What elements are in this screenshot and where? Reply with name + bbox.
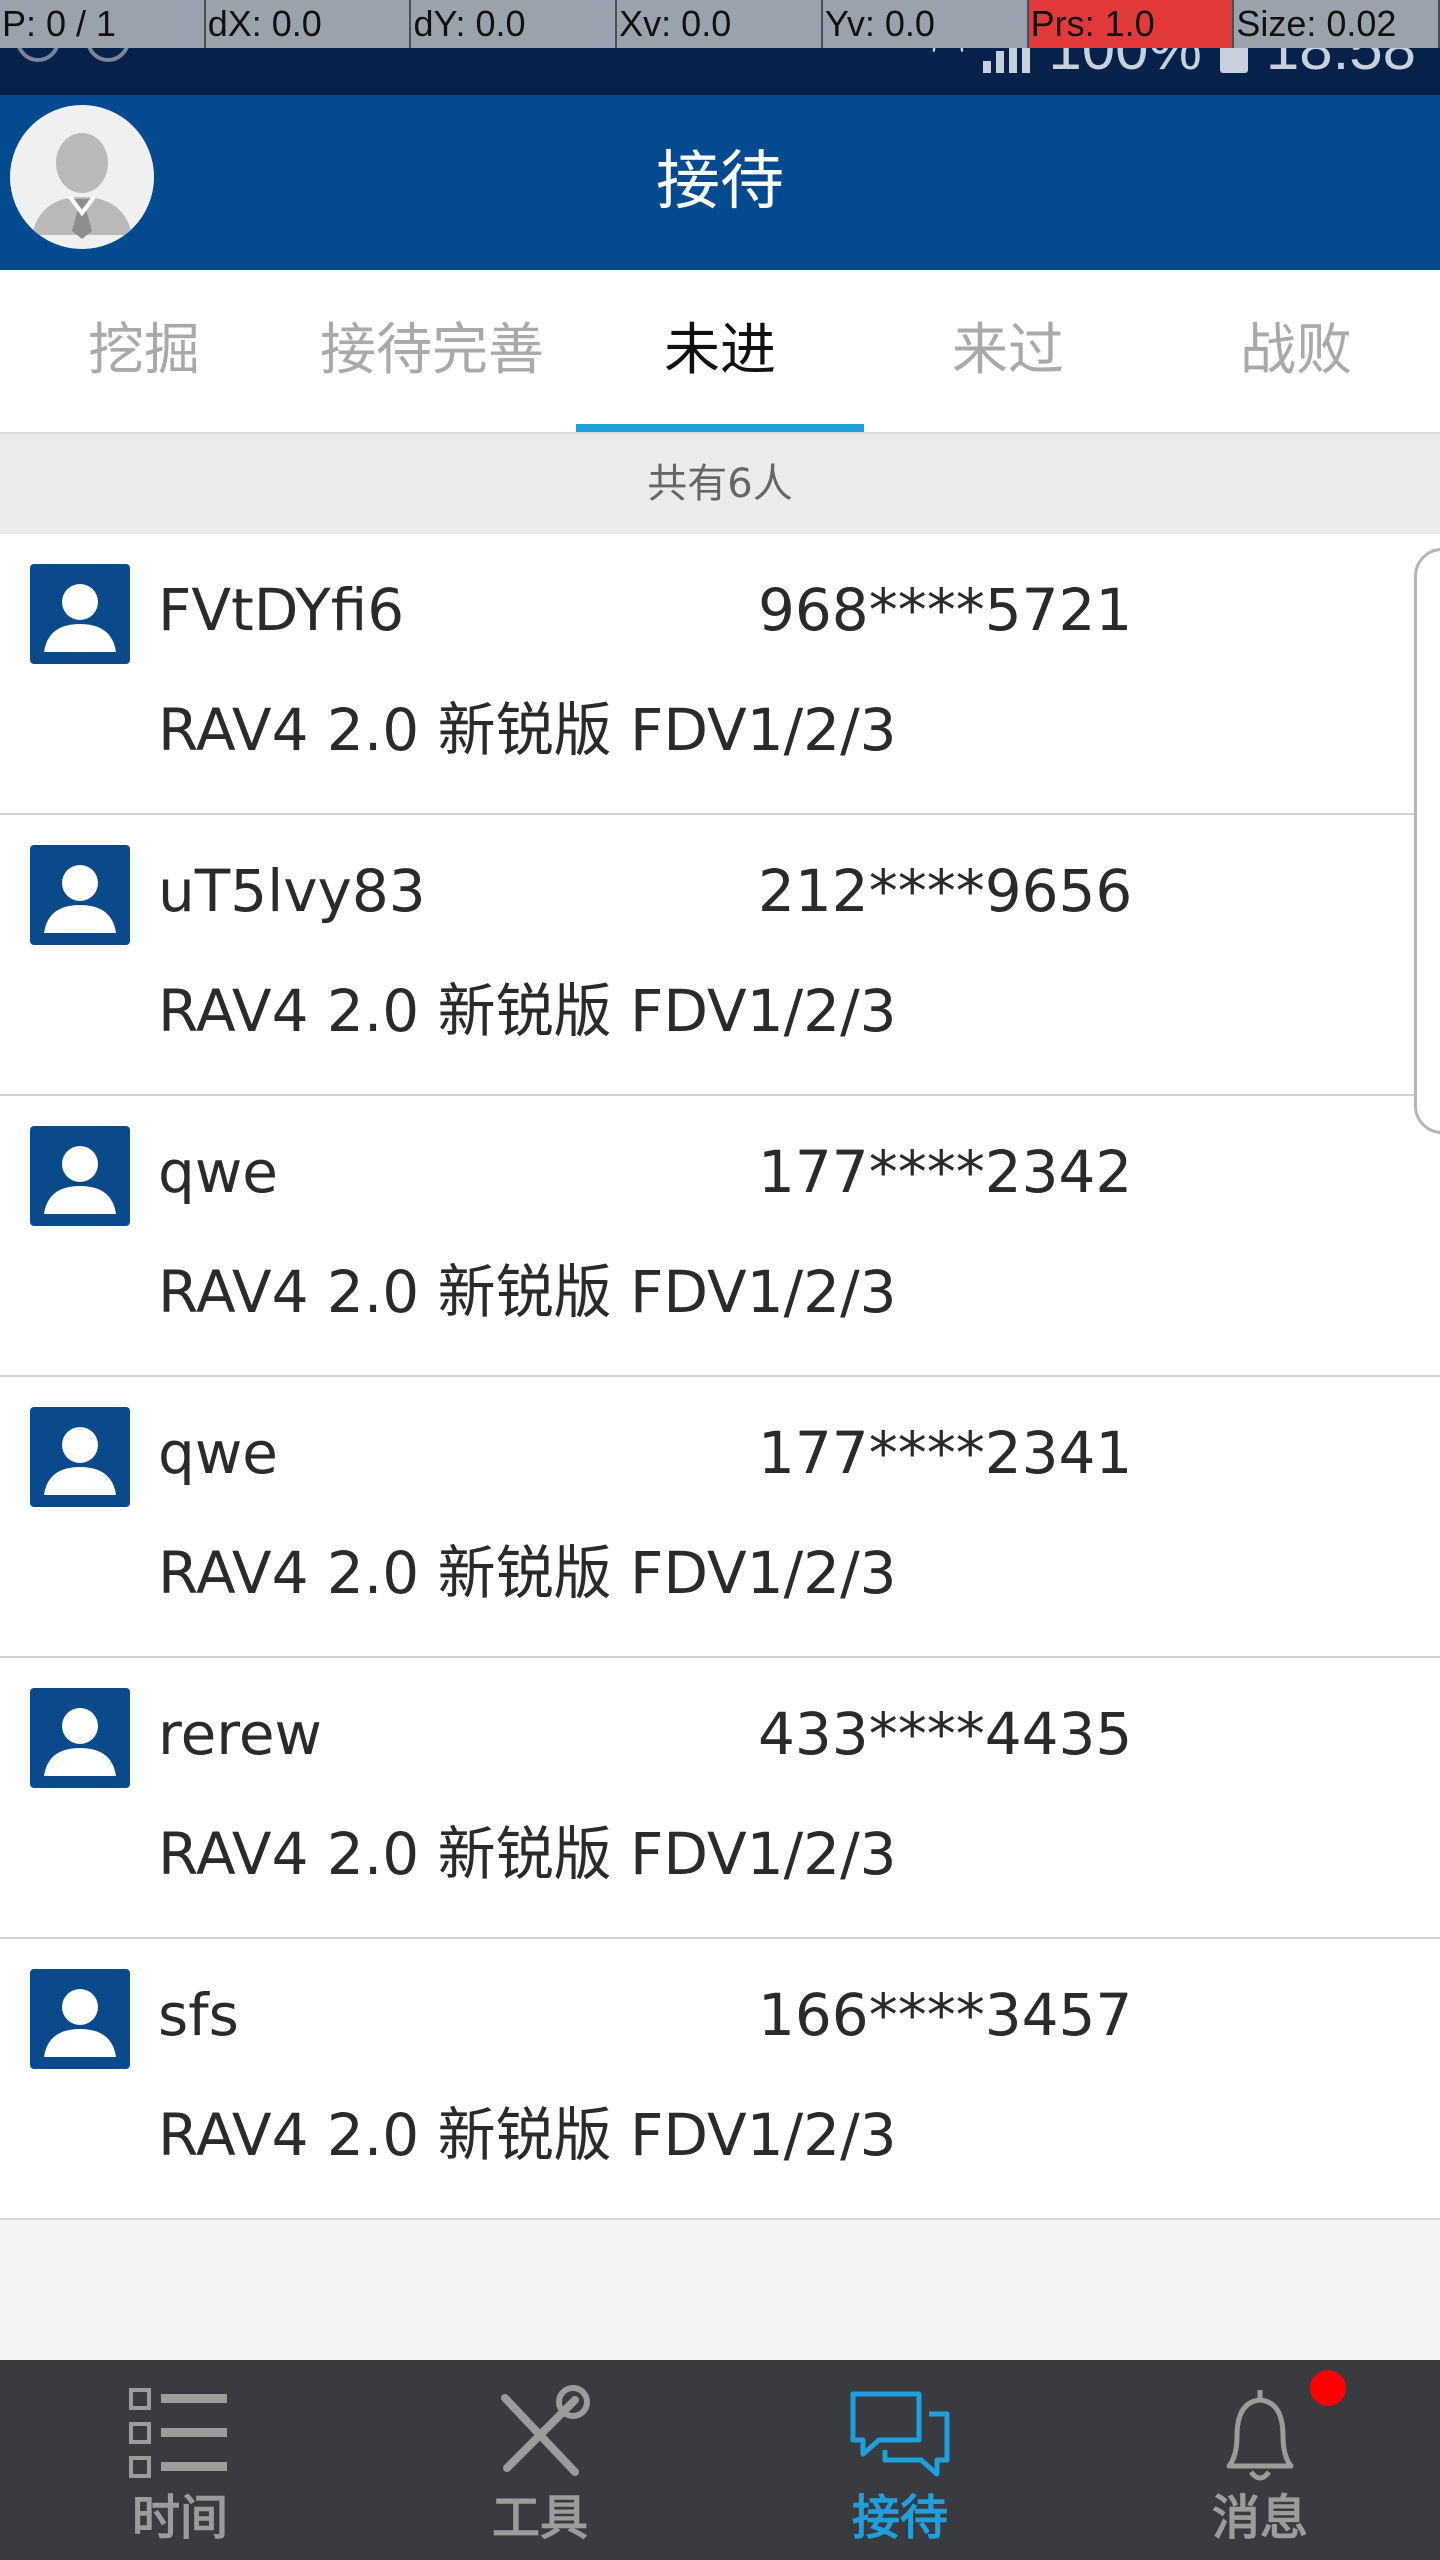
nav-messages-label: 消息 xyxy=(1211,2490,1308,2546)
debug-yv: Yv: 0.0 xyxy=(823,0,1029,48)
list-item[interactable]: sfs 166****3457 RAV4 2.0 新锐版 FDV1/2/3 xyxy=(0,1939,1440,2220)
nav-time[interactable]: 时间 xyxy=(0,2360,360,2560)
person-icon xyxy=(30,845,130,945)
list-item[interactable]: qwe 177****2342 RAV4 2.0 新锐版 FDV1/2/3 xyxy=(0,1096,1440,1377)
person-icon xyxy=(30,564,130,664)
person-icon xyxy=(30,1126,130,1226)
notification-badge xyxy=(1310,2370,1346,2406)
nav-tools[interactable]: 工具 xyxy=(360,2360,720,2560)
nav-reception[interactable]: 接待 xyxy=(720,2360,1080,2560)
customer-car: RAV4 2.0 新锐版 FDV1/2/3 xyxy=(158,696,897,764)
customer-car: RAV4 2.0 新锐版 FDV1/2/3 xyxy=(158,1820,897,1888)
customer-car: RAV4 2.0 新锐版 FDV1/2/3 xyxy=(158,1539,897,1607)
debug-dx: dX: 0.0 xyxy=(206,0,412,48)
tab-defeated[interactable]: 战败 xyxy=(1152,270,1440,432)
customer-name: qwe xyxy=(158,1419,278,1487)
customer-car: RAV4 2.0 新锐版 FDV1/2/3 xyxy=(158,2101,897,2169)
customer-phone: 433****4435 xyxy=(758,1700,1133,1768)
nav-tools-label: 工具 xyxy=(491,2490,588,2546)
checklist-icon xyxy=(129,2388,227,2478)
customer-name: qwe xyxy=(158,1138,278,1206)
chat-icon xyxy=(850,2391,950,2477)
debug-pointer: P: 0 / 1 xyxy=(0,0,206,48)
page-title: 接待 xyxy=(656,145,784,219)
list-item[interactable]: rerew 433****4435 RAV4 2.0 新锐版 FDV1/2/3 xyxy=(0,1658,1440,1939)
bottom-nav: 时间 工具 接待 消息 xyxy=(0,2360,1440,2560)
customer-phone: 177****2341 xyxy=(758,1419,1133,1487)
customer-phone: 212****9656 xyxy=(758,857,1133,925)
tab-not-entered[interactable]: 未进 xyxy=(576,270,864,432)
tab-dig[interactable]: 挖掘 xyxy=(0,270,288,432)
customer-name: FVtDYfi6 xyxy=(158,576,405,644)
person-icon xyxy=(30,1969,130,2069)
bell-icon xyxy=(1226,2390,1294,2481)
customer-count: 共有6人 xyxy=(0,434,1440,534)
scroll-handle[interactable] xyxy=(1414,548,1440,1134)
customer-car: RAV4 2.0 新锐版 FDV1/2/3 xyxy=(158,977,897,1045)
pointer-debug-overlay: P: 0 / 1 dX: 0.0 dY: 0.0 Xv: 0.0 Yv: 0.0… xyxy=(0,0,1440,48)
nav-time-label: 时间 xyxy=(131,2490,228,2546)
customer-phone: 166****3457 xyxy=(758,1981,1133,2049)
customer-phone: 968****5721 xyxy=(758,576,1133,644)
debug-dy: dY: 0.0 xyxy=(411,0,618,48)
customer-car: RAV4 2.0 新锐版 FDV1/2/3 xyxy=(158,1258,897,1326)
debug-size: Size: 0.02 xyxy=(1234,0,1440,48)
debug-pressure: Prs: 1.0 xyxy=(1028,0,1235,48)
tab-reception-complete[interactable]: 接待完善 xyxy=(288,270,576,432)
person-icon xyxy=(30,1688,130,1788)
nav-reception-label: 接待 xyxy=(851,2490,948,2546)
list-item[interactable]: uT5lvy83 212****9656 RAV4 2.0 新锐版 FDV1/2… xyxy=(0,815,1440,1096)
app-header: 接待 xyxy=(0,95,1440,270)
debug-xv: Xv: 0.0 xyxy=(617,0,823,48)
customer-name: sfs xyxy=(158,1981,239,2049)
customer-name: rerew xyxy=(158,1700,322,1768)
list-item[interactable]: FVtDYfi6 968****5721 RAV4 2.0 新锐版 FDV1/2… xyxy=(0,534,1440,815)
customer-list: FVtDYfi6 968****5721 RAV4 2.0 新锐版 FDV1/2… xyxy=(0,534,1440,2220)
person-icon xyxy=(30,1407,130,1507)
customer-name: uT5lvy83 xyxy=(158,857,426,925)
tab-bar: 挖掘 接待完善 未进 来过 战败 xyxy=(0,270,1440,434)
tools-icon xyxy=(501,2385,590,2476)
customer-phone: 177****2342 xyxy=(758,1138,1133,1206)
list-item[interactable]: qwe 177****2341 RAV4 2.0 新锐版 FDV1/2/3 xyxy=(0,1377,1440,1658)
nav-messages[interactable]: 消息 xyxy=(1080,2360,1440,2560)
tab-visited[interactable]: 来过 xyxy=(864,270,1152,432)
